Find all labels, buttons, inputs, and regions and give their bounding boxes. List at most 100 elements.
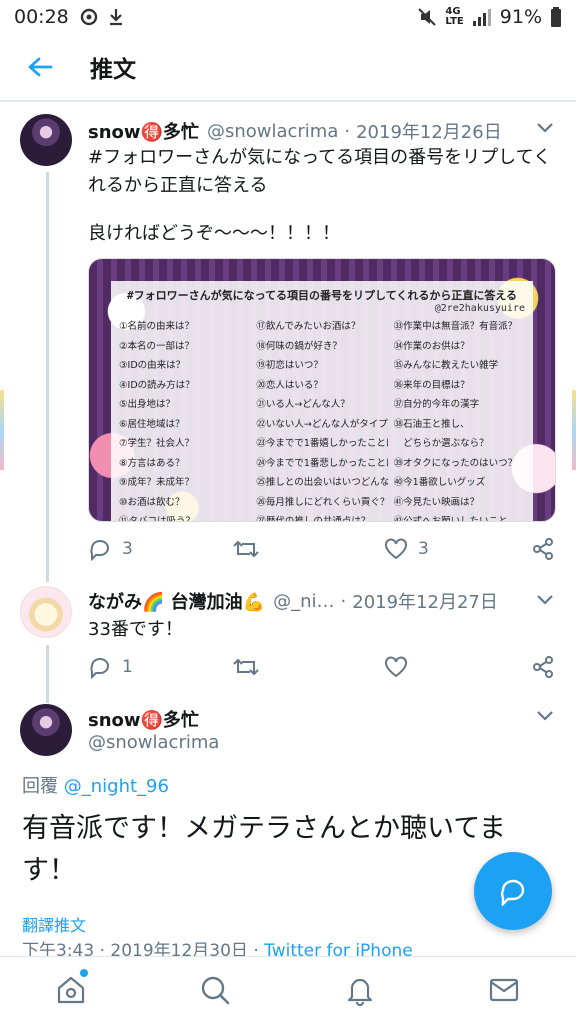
page-title: 推文: [90, 57, 136, 83]
back-button[interactable]: [0, 33, 80, 101]
chevron-down-icon[interactable]: [536, 122, 554, 134]
retweet-button[interactable]: [232, 656, 260, 678]
tweet-image[interactable]: #フォロワーさんが気になってる項目の番号をリプしてくれるから正直に答える @2r…: [88, 258, 556, 522]
notification-dot: [80, 969, 88, 977]
question-item: ㉑いる人→どんな人？: [256, 399, 350, 410]
reply-to-handle[interactable]: @_night_96: [64, 776, 169, 797]
mute-icon: [418, 8, 437, 26]
question-item: ㉝作業中は無音派？有音派？: [393, 321, 518, 332]
question-item: ⑤出身地は？: [119, 399, 176, 410]
tweet-date[interactable]: 2019年12月26日: [356, 118, 502, 144]
hashtag-link[interactable]: #フォロワーさんが気になってる項目の番号をリプしてくれるから正直に答える: [88, 144, 558, 200]
question-item: ㊵今1番欲しいグッズ: [393, 477, 486, 488]
status-bar: 00:28 4G LTE 91%: [0, 0, 576, 34]
heart-icon: [385, 656, 407, 678]
notifications-icon: [347, 978, 373, 1006]
question-item: どちらか選ぶなら？: [393, 438, 489, 449]
translate-link[interactable]: 翻譯推文: [22, 912, 86, 936]
question-item: ⑥居住地域は？: [119, 418, 185, 430]
tweet-author-row: snow🉐多忙 @snowlacrima · 2019年12月26日: [88, 118, 502, 144]
question-item: ㊳石油王と推し、: [393, 418, 470, 430]
question-item: ㊷公式へお願いしたいこと: [393, 516, 508, 522]
handle[interactable]: @snowlacrima: [88, 732, 219, 753]
retweet-icon: [233, 540, 259, 558]
question-item: ㉔今までで1番悲しかったことは？: [256, 457, 387, 469]
like-button[interactable]: 3: [384, 538, 429, 560]
retweet-icon: [233, 658, 259, 676]
question-item: ㉕推しとの出会いはいつどんな？: [256, 477, 388, 488]
share-button[interactable]: [532, 538, 554, 560]
chevron-down-icon[interactable]: [536, 594, 554, 606]
compose-reply-icon: [500, 879, 525, 906]
question-item: ⑳恋人はいる？: [256, 379, 323, 391]
status-right: 4G LTE 91%: [417, 6, 562, 28]
display-name[interactable]: snow🉐多忙: [88, 118, 199, 144]
question-item: ⑩お酒は飲む？: [119, 496, 185, 508]
avatar[interactable]: [20, 586, 72, 638]
question-item: ㉟みんなに教えたい雑学: [393, 360, 499, 371]
bottom-nav: [0, 956, 576, 1024]
like-count: 3: [418, 539, 429, 559]
sync-icon: [80, 8, 97, 26]
heart-icon: [385, 538, 407, 560]
question-item: ㊱来年の目標は？: [393, 379, 470, 391]
share-button[interactable]: [532, 656, 554, 678]
display-name[interactable]: snow🉐多忙: [88, 706, 199, 732]
battery-icon: [551, 7, 561, 27]
download-icon: [109, 9, 122, 26]
reply-count: 1: [122, 657, 133, 677]
question-item: ④IDの読み方は？: [119, 379, 195, 391]
question-item: ⑦学生？社会人？: [119, 438, 195, 449]
image-title: #フォロワーさんが気になってる項目の番号をリプしてくれるから正直に答える: [126, 289, 518, 302]
question-item: ㉖毎月推しにどれくらい貢ぐ？: [256, 496, 388, 508]
avatar[interactable]: [20, 114, 72, 166]
header-bar: 推文: [0, 34, 576, 102]
question-list: ①名前の由来は？ ⑰飲んでみたいお酒は？ ㉝作業中は無音派？有音派？ ②本名の一部は？…: [119, 318, 525, 522]
handle[interactable]: @snowlacrima: [207, 121, 338, 142]
tweet-date[interactable]: 2019年12月27日: [352, 588, 498, 614]
retweet-button[interactable]: [232, 538, 260, 560]
chevron-down-icon[interactable]: [536, 710, 554, 722]
question-item: ⑪タバコは吸う？: [119, 516, 196, 522]
display-name[interactable]: ながみ🌈 台灣加油💪: [88, 588, 265, 614]
question-item: ㉓今までで1番嬉しかったことは？: [256, 438, 387, 449]
tweet-author-handle: @snowlacrima: [88, 732, 219, 753]
network-type: 4G LTE: [445, 6, 464, 27]
question-item: ㊶今見たい映画は？: [393, 496, 480, 508]
status-time: 00:28: [14, 6, 69, 28]
nav-home[interactable]: [54, 973, 88, 1007]
reply-icon: [90, 658, 109, 679]
tweet-actions: 1: [0, 654, 576, 680]
question-item: ⑱何味の鍋が好き？: [256, 340, 342, 352]
nav-messages[interactable]: [487, 973, 521, 1007]
question-item: ③IDの由来は？: [119, 360, 186, 371]
image-credit: @2re2hakusyuire: [434, 303, 525, 314]
question-item: ㊲自分的今年の漢字: [393, 399, 480, 410]
home-icon: [57, 976, 85, 1004]
nav-notifications[interactable]: [343, 973, 377, 1007]
separator: ·: [344, 120, 351, 142]
reply-icon: [90, 540, 109, 561]
image-card: #フォロワーさんが気になってる項目の番号をリプしてくれるから正直に答える @2r…: [111, 281, 533, 521]
question-item: ⑲初恋はいつ？: [256, 360, 323, 371]
compose-reply-button[interactable]: [474, 852, 552, 930]
handle[interactable]: @_ni…: [273, 591, 334, 612]
arrow-left-icon: [28, 57, 53, 77]
like-button[interactable]: [384, 656, 408, 678]
edge-decoration: [0, 390, 4, 470]
messages-icon: [489, 978, 519, 1002]
tweet-author-row: ながみ🌈 台灣加油💪 @_ni… · 2019年12月27日: [88, 588, 498, 614]
signal-icon: [472, 9, 491, 26]
question-item: ㊴オタクになったのはいつ？: [393, 457, 518, 469]
question-item: ㉒いない人→どんな人がタイプ？: [256, 418, 388, 430]
question-item: ㉗歴代の推しの共通点は？: [256, 516, 371, 522]
nav-search[interactable]: [198, 973, 232, 1007]
question-item: ①名前の由来は？: [119, 321, 195, 332]
replying-to: 回覆 @_night_96: [22, 772, 169, 798]
tweet-text: 良ければどうぞ〜〜〜！！！！: [88, 223, 340, 244]
avatar[interactable]: [20, 704, 72, 756]
reply-button[interactable]: 3: [88, 537, 133, 561]
question-item: ⑧方言はある？: [119, 457, 185, 469]
question-item: ②本名の一部は？: [119, 340, 195, 352]
reply-button[interactable]: 1: [88, 655, 133, 679]
